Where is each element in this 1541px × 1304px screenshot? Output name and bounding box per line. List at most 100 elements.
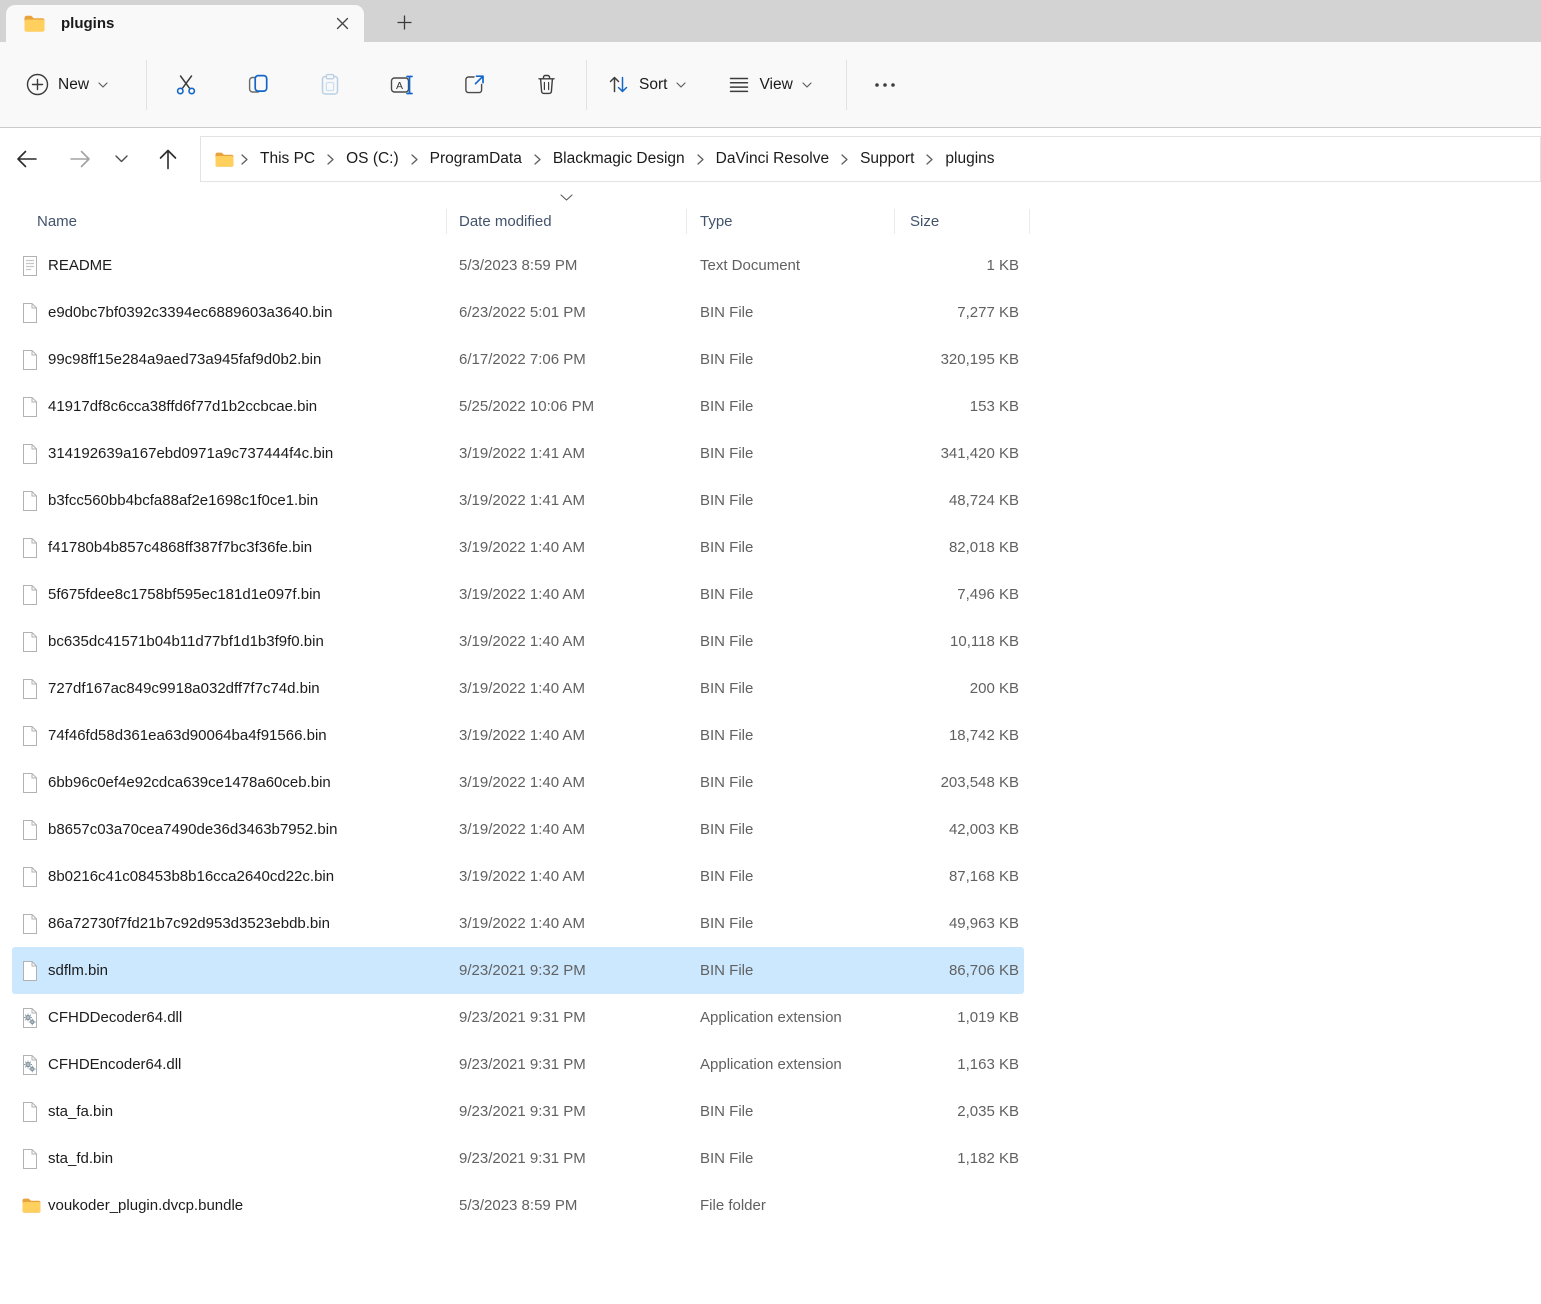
file-size: 200 KB xyxy=(895,680,1022,697)
file-row[interactable]: sta_fa.bin 9/23/2021 9:31 PM BIN File 2,… xyxy=(12,1088,1024,1135)
file-name: sta_fa.bin xyxy=(48,1103,447,1120)
new-tab-button[interactable] xyxy=(388,7,420,37)
breadcrumb-item-plugins[interactable]: plugins xyxy=(936,137,1003,181)
copy-button[interactable] xyxy=(234,61,282,109)
file-date-modified: 5/3/2023 8:59 PM xyxy=(447,257,687,274)
file-icon xyxy=(12,444,48,464)
toolbar-divider xyxy=(146,60,147,110)
paste-button[interactable] xyxy=(306,61,354,109)
scissors-icon xyxy=(174,73,198,97)
address-bar[interactable]: This PC OS (C:) ProgramData Blackmagic D… xyxy=(200,136,1541,182)
file-row[interactable]: 6bb96c0ef4e92cdca639ce1478a60ceb.bin 3/1… xyxy=(12,759,1024,806)
breadcrumb-item-support[interactable]: Support xyxy=(851,137,923,181)
file-row[interactable]: 86a72730f7fd21b7c92d953d3523ebdb.bin 3/1… xyxy=(12,900,1024,947)
file-row[interactable]: 314192639a167ebd0971a9c737444f4c.bin 3/1… xyxy=(12,430,1024,477)
file-row[interactable]: 99c98ff15e284a9aed73a945faf9d0b2.bin 6/1… xyxy=(12,336,1024,383)
file-type: BIN File xyxy=(687,821,895,838)
file-row[interactable]: 74f46fd58d361ea63d90064ba4f91566.bin 3/1… xyxy=(12,712,1024,759)
file-row[interactable]: 8b0216c41c08453b8b16cca2640cd22c.bin 3/1… xyxy=(12,853,1024,900)
file-icon xyxy=(12,632,48,652)
file-row[interactable]: 5f675fdee8c1758bf595ec181d1e097f.bin 3/1… xyxy=(12,571,1024,618)
rename-button[interactable]: A xyxy=(378,61,426,109)
folder-icon xyxy=(12,1198,48,1213)
column-header-date-modified[interactable]: Date modified xyxy=(447,209,687,234)
file-icon xyxy=(12,350,48,370)
see-more-button[interactable] xyxy=(863,61,907,109)
file-date-modified: 5/3/2023 8:59 PM xyxy=(447,1197,687,1214)
dll-icon xyxy=(12,1008,48,1028)
file-date-modified: 3/19/2022 1:40 AM xyxy=(447,539,687,556)
file-icon xyxy=(12,726,48,746)
new-button[interactable]: New xyxy=(22,61,112,109)
file-type: BIN File xyxy=(687,633,895,650)
file-row[interactable]: sdflm.bin 9/23/2021 9:32 PM BIN File 86,… xyxy=(12,947,1024,994)
chevron-down-icon xyxy=(115,155,128,163)
file-date-modified: 3/19/2022 1:41 AM xyxy=(447,492,687,509)
forward-button[interactable] xyxy=(60,139,100,179)
file-row[interactable]: 727df167ac849c9918a032dff7f7c74d.bin 3/1… xyxy=(12,665,1024,712)
file-type: BIN File xyxy=(687,492,895,509)
file-icon xyxy=(12,491,48,511)
file-date-modified: 3/19/2022 1:40 AM xyxy=(447,868,687,885)
file-date-modified: 3/19/2022 1:40 AM xyxy=(447,915,687,932)
recent-locations-button[interactable] xyxy=(104,139,138,179)
view-lines-icon xyxy=(728,75,750,95)
back-button[interactable] xyxy=(6,139,46,179)
breadcrumb-chevron-icon xyxy=(694,154,707,165)
file-type: Text Document xyxy=(687,257,895,274)
breadcrumb-item-os-c[interactable]: OS (C:) xyxy=(337,137,408,181)
breadcrumb-item-blackmagic-design[interactable]: Blackmagic Design xyxy=(544,137,694,181)
file-size: 7,277 KB xyxy=(895,304,1022,321)
view-button[interactable]: View xyxy=(722,61,817,109)
tab-plugins[interactable]: plugins xyxy=(6,5,364,42)
file-type: BIN File xyxy=(687,1150,895,1167)
delete-button[interactable] xyxy=(522,61,570,109)
file-size: 1 KB xyxy=(895,257,1022,274)
breadcrumb-item-davinci-resolve[interactable]: DaVinci Resolve xyxy=(707,137,838,181)
file-row[interactable]: e9d0bc7bf0392c3394ec6889603a3640.bin 6/2… xyxy=(12,289,1024,336)
file-row[interactable]: f41780b4b857c4868ff387f7bc3f36fe.bin 3/1… xyxy=(12,524,1024,571)
file-date-modified: 3/19/2022 1:41 AM xyxy=(447,445,687,462)
file-name: 74f46fd58d361ea63d90064ba4f91566.bin xyxy=(48,727,447,744)
file-row[interactable]: b3fcc560bb4bcfa88af2e1698c1f0ce1.bin 3/1… xyxy=(12,477,1024,524)
tab-close-icon[interactable] xyxy=(328,11,356,37)
file-name: 5f675fdee8c1758bf595ec181d1e097f.bin xyxy=(48,586,447,603)
file-date-modified: 9/23/2021 9:31 PM xyxy=(447,1009,687,1026)
file-row[interactable]: 41917df8c6cca38ffd6f77d1b2ccbcae.bin 5/2… xyxy=(12,383,1024,430)
share-button[interactable] xyxy=(450,61,498,109)
toolbar-divider xyxy=(846,60,847,110)
share-icon xyxy=(463,73,486,96)
breadcrumb-item-programdata[interactable]: ProgramData xyxy=(421,137,531,181)
file-icon xyxy=(12,1149,48,1169)
file-row[interactable]: sta_fd.bin 9/23/2021 9:31 PM BIN File 1,… xyxy=(12,1135,1024,1182)
file-type: BIN File xyxy=(687,915,895,932)
file-icon xyxy=(12,961,48,981)
file-row[interactable]: CFHDDecoder64.dll 9/23/2021 9:31 PM Appl… xyxy=(12,994,1024,1041)
sort-button[interactable]: Sort xyxy=(601,61,692,109)
file-name: voukoder_plugin.dvcp.bundle xyxy=(48,1197,447,1214)
file-date-modified: 5/25/2022 10:06 PM xyxy=(447,398,687,415)
file-date-modified: 3/19/2022 1:40 AM xyxy=(447,821,687,838)
navigation-bar: This PC OS (C:) ProgramData Blackmagic D… xyxy=(0,128,1541,190)
file-type: BIN File xyxy=(687,398,895,415)
tab-title: plugins xyxy=(61,15,114,32)
column-header-size[interactable]: Size xyxy=(895,209,1030,234)
view-button-label: View xyxy=(759,76,792,94)
file-date-modified: 3/19/2022 1:40 AM xyxy=(447,727,687,744)
dll-icon xyxy=(12,1055,48,1075)
file-row[interactable]: README 5/3/2023 8:59 PM Text Document 1 … xyxy=(12,242,1024,289)
plus-circle-icon xyxy=(26,73,49,96)
column-header-name[interactable]: Name xyxy=(12,209,447,234)
breadcrumb-item-this-pc[interactable]: This PC xyxy=(251,137,324,181)
up-button[interactable] xyxy=(148,139,188,179)
file-row[interactable]: bc635dc41571b04b11d77bf1d1b3f9f0.bin 3/1… xyxy=(12,618,1024,665)
cut-button[interactable] xyxy=(162,61,210,109)
column-header-type[interactable]: Type xyxy=(687,209,895,234)
file-row[interactable]: voukoder_plugin.dvcp.bundle 5/3/2023 8:5… xyxy=(12,1182,1024,1229)
file-row[interactable]: CFHDEncoder64.dll 9/23/2021 9:31 PM Appl… xyxy=(12,1041,1024,1088)
sort-direction-icon xyxy=(560,194,574,202)
file-date-modified: 3/19/2022 1:40 AM xyxy=(447,774,687,791)
file-type: BIN File xyxy=(687,539,895,556)
file-row[interactable]: b8657c03a70cea7490de36d3463b7952.bin 3/1… xyxy=(12,806,1024,853)
file-name: sta_fd.bin xyxy=(48,1150,447,1167)
